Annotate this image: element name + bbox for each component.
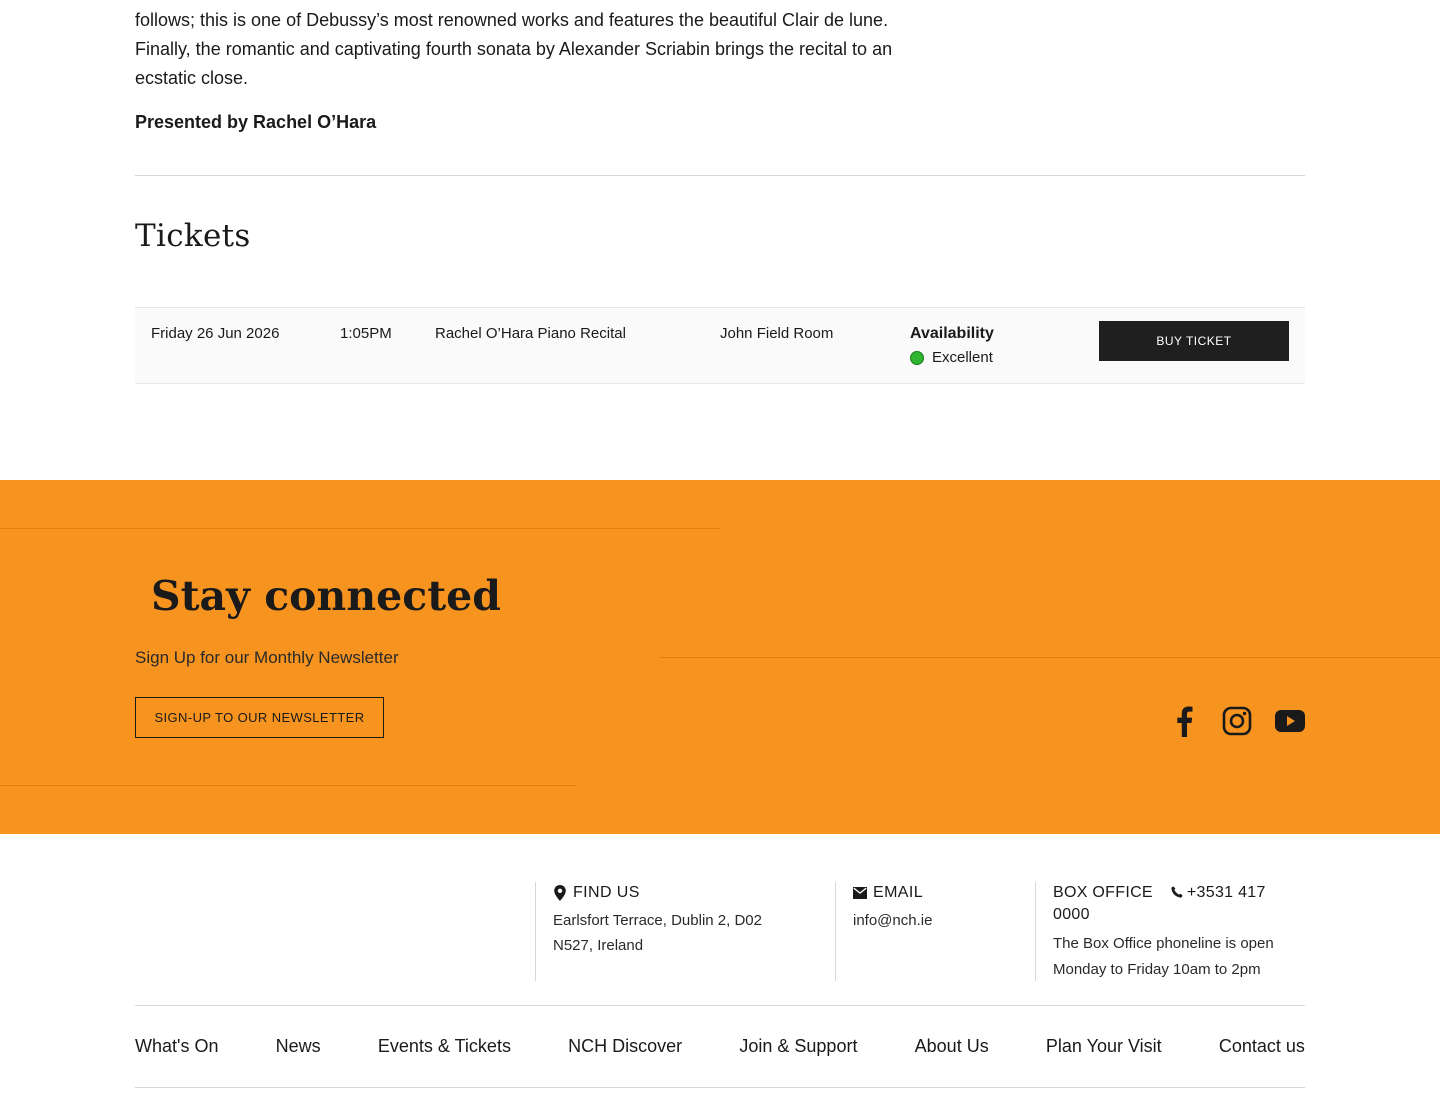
ticket-event-name: Rachel O’Hara Piano Recital — [435, 325, 626, 342]
footer-nav-plan-your-visit[interactable]: Plan Your Visit — [1046, 1036, 1162, 1057]
find-us-heading: FIND US — [553, 884, 835, 902]
availability-dot-icon — [910, 350, 924, 365]
box-office-hours: The Box Office phoneline is open Monday … — [1053, 931, 1305, 983]
email-heading: EMAIL — [853, 884, 1035, 902]
description-line: follows; this is one of Debussy’s most r… — [135, 10, 889, 30]
newsletter-section: Stay connected Sign Up for our Monthly N… — [0, 480, 1440, 834]
address-line: Earlsfort Terrace, Dublin 2, D02 — [553, 912, 762, 929]
decorative-line — [660, 657, 1440, 658]
ticket-row: Friday 26 Jun 2026 1:05PM Rachel O’Hara … — [135, 307, 1305, 384]
social-links — [1168, 704, 1305, 738]
footer-nav-whats-on[interactable]: What's On — [135, 1036, 218, 1057]
find-us-label: FIND US — [573, 884, 640, 901]
availability: Availability Excellent — [910, 325, 994, 366]
address-line: N527, Ireland — [553, 937, 644, 954]
footer-nav-join-support[interactable]: Join & Support — [739, 1036, 857, 1057]
box-office-heading: BOX OFFICE +3531 417 0000 — [1053, 882, 1305, 926]
youtube-icon[interactable] — [1274, 704, 1305, 738]
divider — [135, 175, 1305, 176]
availability-status: Excellent — [910, 349, 994, 366]
presented-by: Presented by Rachel O’Hara — [135, 112, 377, 132]
ticket-date: Friday 26 Jun 2026 — [151, 325, 280, 342]
phone-number-part: +3531 417 — [1186, 884, 1266, 901]
footer-nav-events-tickets[interactable]: Events & Tickets — [378, 1036, 511, 1057]
footer-nav-nch-discover[interactable]: NCH Discover — [568, 1036, 682, 1057]
ticket-time: 1:05PM — [340, 325, 392, 342]
map-pin-icon — [554, 885, 566, 901]
availability-status-text: Excellent — [932, 349, 993, 366]
decorative-line — [0, 528, 720, 529]
email-label: EMAIL — [873, 884, 924, 901]
divider — [135, 1087, 1305, 1088]
description-line: ecstatic close. — [135, 68, 249, 88]
envelope-icon — [853, 887, 867, 899]
phone-number-part: 0000 — [1053, 906, 1090, 923]
email-address-link[interactable]: info@nch.ie — [853, 908, 1035, 933]
footer-nav-news[interactable]: News — [276, 1036, 321, 1057]
box-office-label: BOX OFFICE — [1053, 884, 1153, 901]
phone-icon — [1171, 886, 1183, 898]
divider — [135, 1005, 1305, 1006]
instagram-icon[interactable] — [1221, 704, 1252, 738]
email-block: EMAIL info@nch.ie — [835, 882, 1035, 981]
footer-nav-contact-us[interactable]: Contact us — [1219, 1036, 1305, 1057]
address: Earlsfort Terrace, Dublin 2, D02 N527, I… — [553, 908, 835, 958]
hours-line: The Box Office phoneline is open — [1053, 935, 1274, 952]
newsletter-title: Stay connected — [151, 572, 501, 620]
footer-nav-about-us[interactable]: About Us — [915, 1036, 989, 1057]
description-line: Finally, the romantic and captivating fo… — [135, 39, 893, 59]
facebook-icon[interactable] — [1168, 704, 1199, 738]
event-description: follows; this is one of Debussy’s most r… — [135, 6, 955, 93]
buy-ticket-button[interactable]: BUY TICKET — [1099, 321, 1289, 361]
hours-line: Monday to Friday 10am to 2pm — [1053, 961, 1261, 978]
phone-number-link[interactable]: +3531 417 — [1171, 884, 1266, 901]
tickets-heading: Tickets — [135, 218, 251, 254]
newsletter-subtitle: Sign Up for our Monthly Newsletter — [135, 648, 399, 667]
find-us-block: FIND US Earlsfort Terrace, Dublin 2, D02… — [535, 882, 835, 981]
box-office-block: BOX OFFICE +3531 417 0000 The Box Office … — [1035, 882, 1305, 981]
footer-nav: What's On News Events & Tickets NCH Disc… — [135, 1036, 1305, 1057]
decorative-line — [0, 785, 576, 786]
newsletter-signup-button[interactable]: SIGN-UP TO OUR NEWSLETTER — [135, 697, 384, 738]
ticket-venue-room: John Field Room — [720, 325, 834, 342]
availability-label: Availability — [910, 325, 994, 342]
